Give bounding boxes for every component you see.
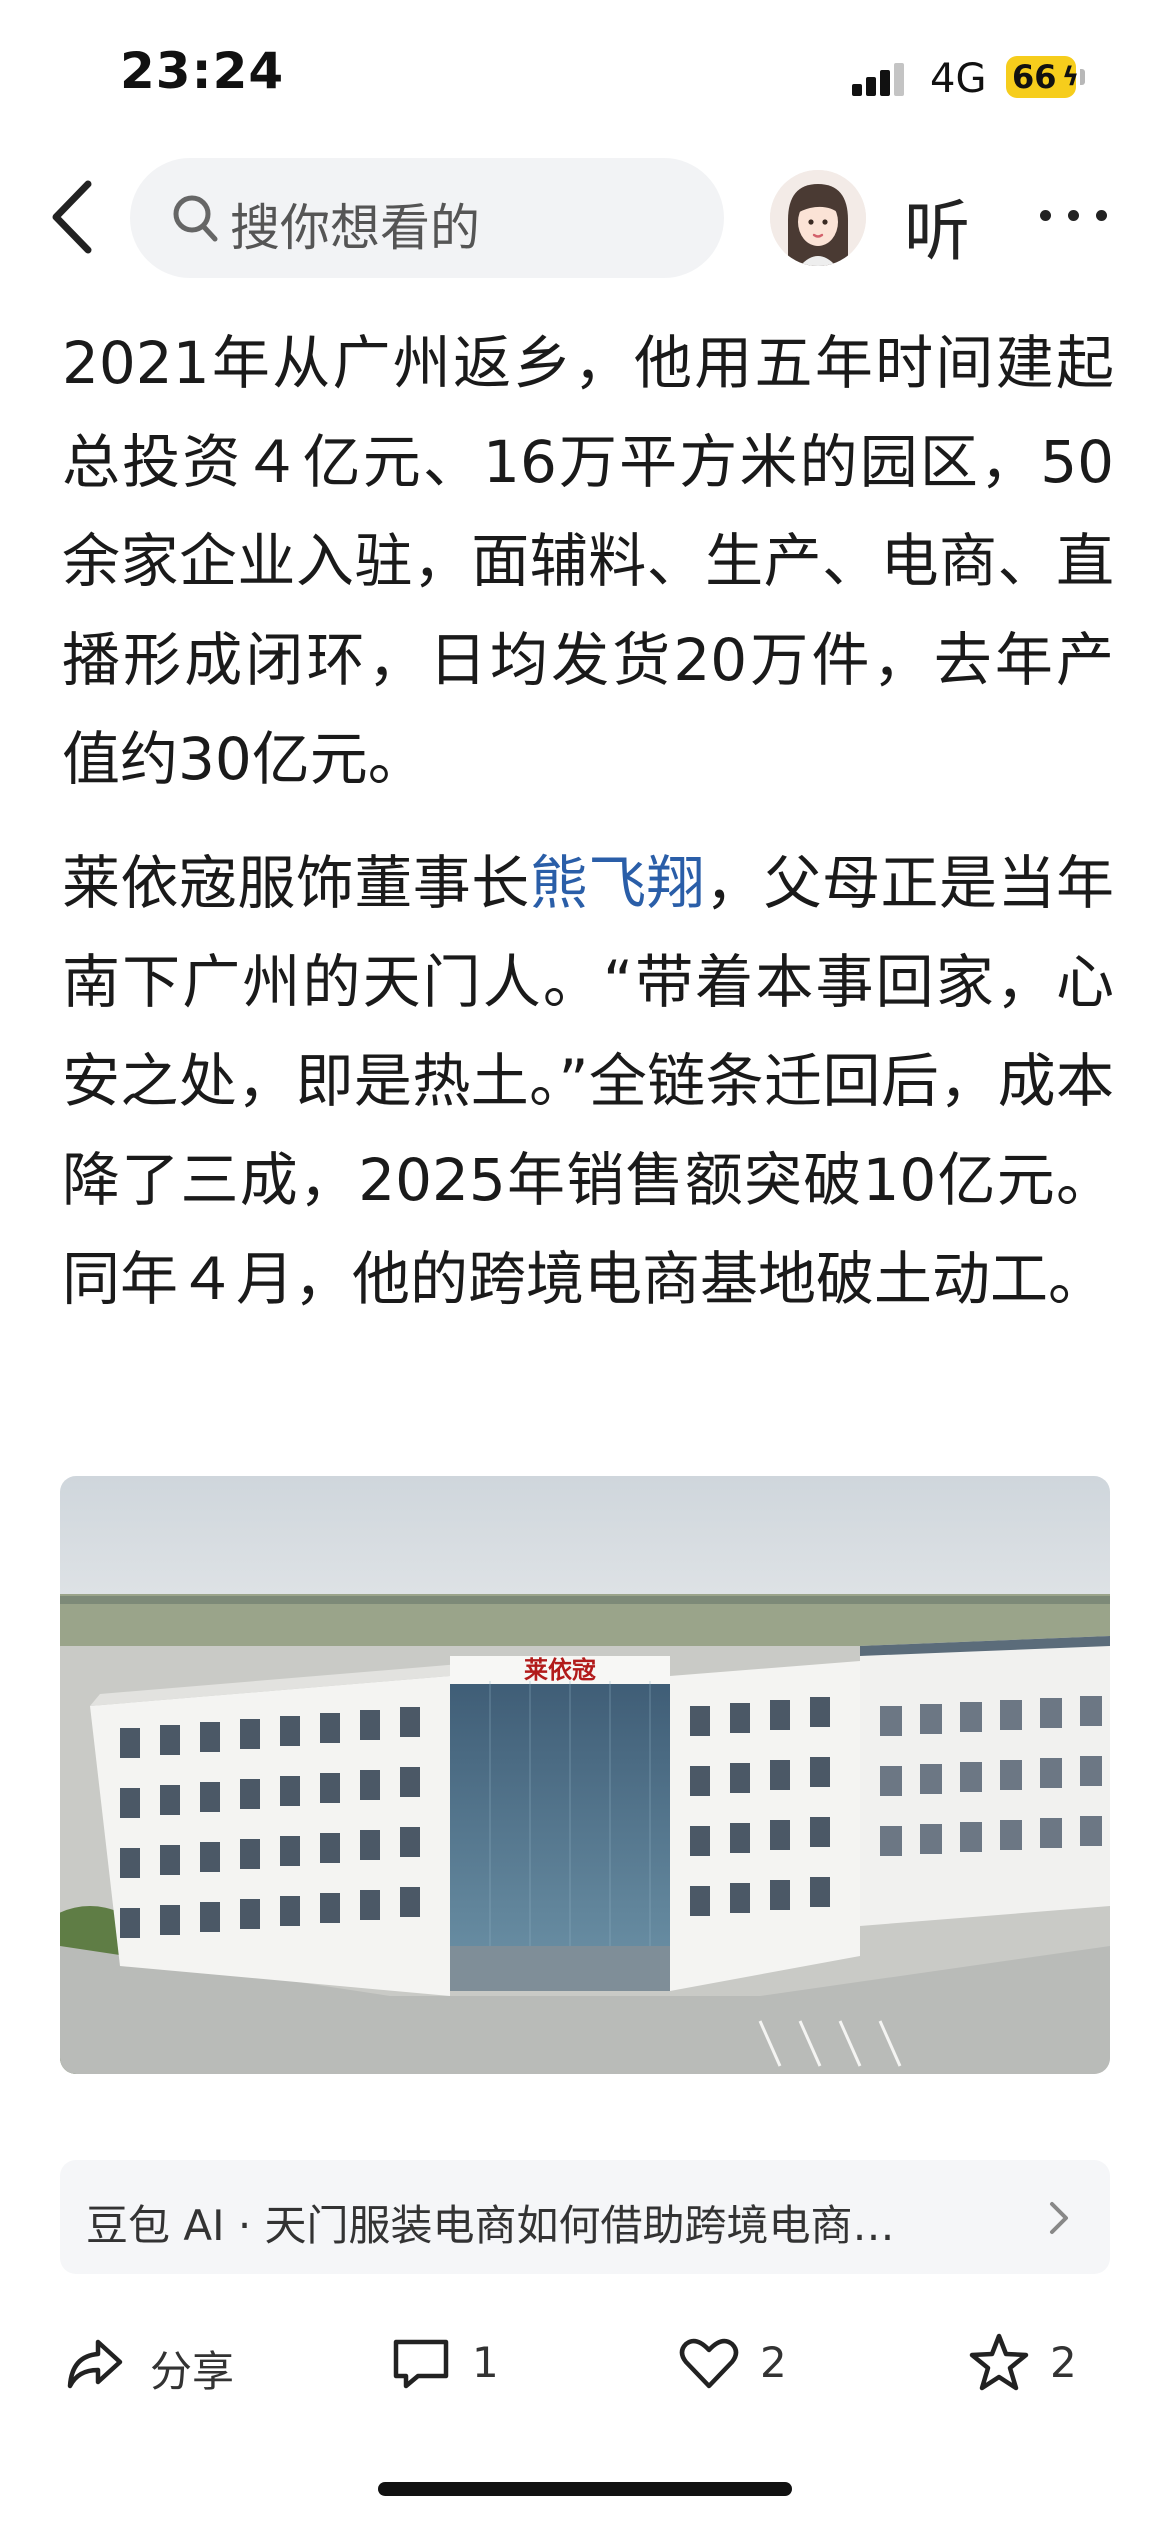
ai-suggestion-bar[interactable]: 豆包 AI · 天门服装电商如何借助跨境电商… <box>60 2160 1110 2274</box>
article-paragraph: 莱依宼服饰董事长熊飞翔，父母正是当年南下广州的天门人。“带着本事回家，心安之处，… <box>62 834 1114 1329</box>
listen-button[interactable]: 听 <box>904 178 970 274</box>
back-button[interactable] <box>40 172 110 262</box>
status-time: 23:24 <box>120 42 285 100</box>
person-link[interactable]: 熊飞翔 <box>530 849 705 917</box>
more-options-icon[interactable] <box>1034 186 1114 246</box>
nav-bar: 搜你想看的 听 <box>0 150 1170 290</box>
paragraph-text: ，父母正是当年南下广州的天门人。“带着本事回家，心安之处，即是热土。”全链条迁回… <box>62 849 1114 1313</box>
factory-building-photo: 莱依宼 <box>60 1476 1110 2074</box>
charging-bolt-icon: ϟ <box>1062 62 1080 92</box>
network-label: 4G <box>930 56 987 102</box>
comment-count: 1 <box>472 2338 499 2387</box>
action-bar: 分享 1 2 2 <box>0 2300 1170 2430</box>
search-input[interactable]: 搜你想看的 <box>130 158 724 278</box>
share-icon <box>67 2339 123 2389</box>
status-bar: 23:24 4G 66 ϟ <box>0 0 1170 150</box>
ai-suggestion-text: 豆包 AI · 天门服装电商如何借助跨境电商… <box>86 2201 895 2250</box>
battery-level: 66 <box>1012 58 1057 96</box>
chevron-right-icon <box>1050 2202 1068 2234</box>
heart-icon <box>679 2338 739 2389</box>
battery-icon: 66 ϟ <box>1006 56 1080 98</box>
like-count: 2 <box>760 2338 787 2387</box>
share-label: 分享 <box>150 2347 235 2396</box>
signal-icon <box>852 62 906 96</box>
home-indicator[interactable] <box>378 2482 792 2496</box>
article-paragraph: 2021年从广州返乡，他用五年时间建起总投资４亿元、16万平方米的园区，50余家… <box>62 329 1114 793</box>
assistant-avatar[interactable] <box>770 170 866 266</box>
building-sign: 莱依宼 <box>524 1655 596 1684</box>
article-photo[interactable]: 莱依宼 <box>60 1476 1110 2074</box>
paragraph-text: 莱依宼服饰董事长 <box>62 849 530 917</box>
comment-icon <box>393 2339 449 2389</box>
avatar-illustration <box>770 170 866 266</box>
search-placeholder: 搜你想看的 <box>230 199 480 257</box>
battery-cap <box>1080 69 1085 85</box>
chevron-left-icon <box>52 180 92 254</box>
search-icon <box>173 195 218 242</box>
favorite-count: 2 <box>1050 2338 1077 2387</box>
star-icon <box>969 2333 1029 2391</box>
